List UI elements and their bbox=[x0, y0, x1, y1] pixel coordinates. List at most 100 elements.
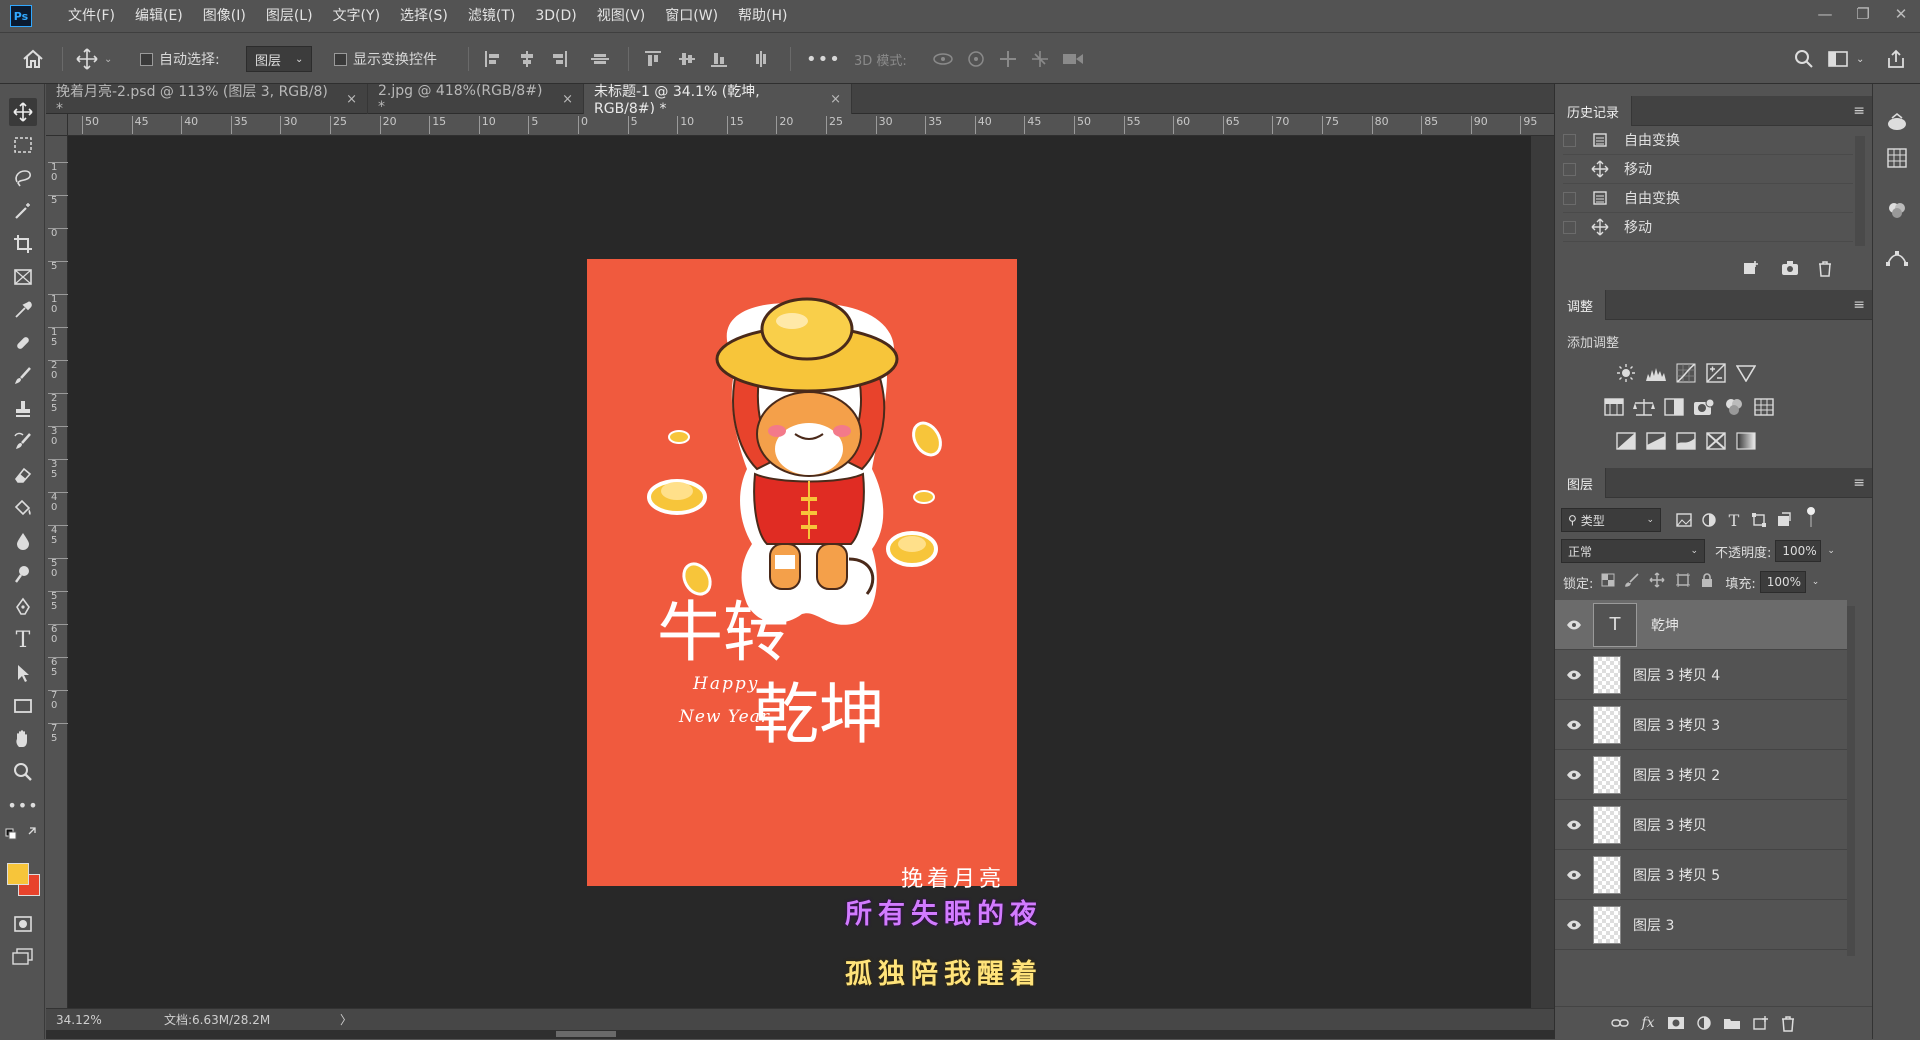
layer-filter-dropdown[interactable]: ⚲ 类型 ⌄ bbox=[1561, 508, 1661, 532]
color-lookup-icon[interactable] bbox=[1753, 396, 1775, 418]
panel-menu-icon[interactable]: ≡ bbox=[1853, 476, 1865, 490]
filter-type-icon[interactable]: T bbox=[1723, 509, 1745, 531]
lock-artboard-icon[interactable] bbox=[1675, 572, 1691, 592]
move-tool-icon[interactable] bbox=[9, 98, 37, 126]
align-hcenter-icon[interactable] bbox=[518, 33, 536, 85]
brightness-contrast-icon[interactable] bbox=[1615, 362, 1637, 384]
history-item[interactable]: 移动 bbox=[1563, 155, 1853, 184]
exposure-icon[interactable] bbox=[1705, 362, 1727, 384]
fill-dropdown-icon[interactable]: ⌄ bbox=[1812, 577, 1820, 587]
eye-visibility-icon[interactable] bbox=[1555, 720, 1593, 730]
new-adjustment-layer-icon[interactable] bbox=[1693, 1012, 1715, 1034]
magic-wand-tool-icon[interactable] bbox=[9, 197, 37, 225]
swatches-grid-icon[interactable] bbox=[1885, 146, 1909, 170]
layer-row[interactable]: 图层 3 bbox=[1555, 900, 1847, 950]
layer-row[interactable]: 图层 3 拷贝 4 bbox=[1555, 650, 1847, 700]
workspace-icon[interactable]: ⌄ bbox=[1828, 33, 1864, 85]
align-bottom-icon[interactable] bbox=[710, 33, 728, 85]
levels-icon[interactable] bbox=[1645, 362, 1667, 384]
eye-visibility-icon[interactable] bbox=[1555, 670, 1593, 680]
invert-icon[interactable] bbox=[1615, 430, 1637, 452]
status-menu-arrow[interactable]: 〉 bbox=[340, 1011, 352, 1028]
pen-tool-icon[interactable] bbox=[9, 593, 37, 621]
panel-menu-icon[interactable]: ≡ bbox=[1853, 298, 1865, 312]
hand-tool-icon[interactable] bbox=[9, 725, 37, 753]
auto-select-checkbox[interactable]: 自动选择: bbox=[140, 33, 220, 85]
menu-window[interactable]: 窗口(W) bbox=[655, 0, 728, 32]
layer-row[interactable]: T 乾坤 bbox=[1555, 600, 1847, 650]
menu-select[interactable]: 选择(S) bbox=[390, 0, 458, 32]
eraser-tool-icon[interactable] bbox=[9, 461, 37, 489]
layers-panel-title[interactable]: 图层 bbox=[1555, 468, 1607, 498]
path-selection-tool-icon[interactable] bbox=[9, 659, 37, 687]
eye-visibility-icon[interactable] bbox=[1555, 920, 1593, 930]
blend-mode-dropdown[interactable]: 正常 ⌄ bbox=[1561, 539, 1705, 563]
curves-icon[interactable] bbox=[1675, 362, 1697, 384]
opacity-dropdown-icon[interactable]: ⌄ bbox=[1827, 546, 1835, 556]
panel-menu-icon[interactable]: ≡ bbox=[1853, 104, 1865, 118]
delete-layer-icon[interactable] bbox=[1777, 1012, 1799, 1034]
show-transform-checkbox[interactable]: 显示变换控件 bbox=[334, 33, 437, 85]
eye-visibility-icon[interactable] bbox=[1555, 620, 1593, 630]
artboard[interactable]: 牛转 乾坤 Happy New Year 挽着月亮 bbox=[587, 259, 1017, 892]
selective-color-icon[interactable] bbox=[1705, 430, 1727, 452]
layer-row[interactable]: 图层 3 拷贝 bbox=[1555, 800, 1847, 850]
scroll-thumb[interactable] bbox=[556, 1031, 616, 1037]
lasso-tool-icon[interactable] bbox=[9, 164, 37, 192]
menu-filter[interactable]: 滤镜(T) bbox=[458, 0, 525, 32]
ruler-origin[interactable] bbox=[46, 114, 68, 136]
brush-tool-icon[interactable] bbox=[9, 362, 37, 390]
filter-toggle-icon[interactable] bbox=[1800, 506, 1822, 528]
history-item[interactable]: 自由变换 bbox=[1563, 126, 1853, 155]
horizontal-ruler[interactable]: 50 45 40 35 30 25 20 15 10 5 0 5 10 15 20 25 30 35 40 45 50 5… bbox=[46, 114, 1554, 136]
minimize-icon[interactable]: — bbox=[1806, 0, 1844, 28]
distribute-vertical-icon[interactable] bbox=[752, 33, 770, 85]
tab-document-3[interactable]: 未标题-1 @ 34.1% (乾坤, RGB/8#) * × bbox=[584, 84, 852, 117]
align-right-icon[interactable] bbox=[550, 33, 568, 85]
lock-position-icon[interactable] bbox=[1649, 572, 1665, 592]
vibrance-icon[interactable] bbox=[1735, 362, 1757, 384]
close-tab-icon[interactable]: × bbox=[562, 92, 573, 107]
adjustments-panel-title[interactable]: 调整 bbox=[1555, 290, 1607, 320]
menu-3d[interactable]: 3D(D) bbox=[525, 0, 586, 32]
filter-smart-object-icon[interactable] bbox=[1773, 509, 1795, 531]
crop-tool-icon[interactable] bbox=[9, 230, 37, 258]
swap-colors-icon[interactable] bbox=[4, 824, 40, 842]
blur-tool-icon[interactable] bbox=[9, 527, 37, 555]
menu-image[interactable]: 图像(I) bbox=[193, 0, 256, 32]
paths-icon[interactable] bbox=[1885, 246, 1909, 270]
menu-layer[interactable]: 图层(L) bbox=[256, 0, 323, 32]
zoom-tool-icon[interactable] bbox=[9, 758, 37, 786]
channels-icon[interactable] bbox=[1885, 198, 1909, 222]
quick-mask-icon[interactable] bbox=[9, 910, 37, 938]
tab-document-1[interactable]: 挽着月亮-2.psd @ 113% (图层 3, RGB/8) * × bbox=[46, 84, 368, 117]
threshold-icon[interactable] bbox=[1675, 430, 1697, 452]
eye-visibility-icon[interactable] bbox=[1555, 770, 1593, 780]
type-tool-icon[interactable]: T bbox=[9, 626, 37, 654]
menu-help[interactable]: 帮助(H) bbox=[728, 0, 797, 32]
layer-row[interactable]: 图层 3 拷贝 2 bbox=[1555, 750, 1847, 800]
edit-toolbar-icon[interactable]: ••• bbox=[7, 791, 37, 819]
posterize-icon[interactable] bbox=[1645, 430, 1667, 452]
lock-all-icon[interactable] bbox=[1701, 572, 1713, 592]
vertical-ruler[interactable]: 1 0 5 0 5 1 0 1 5 2 0 2 5 3 0 3 5 4 0 4 5 5 0 5 5 6 0 6… bbox=[46, 136, 69, 1008]
fill-input[interactable]: 100% bbox=[1759, 571, 1806, 593]
eye-visibility-icon[interactable] bbox=[1555, 820, 1593, 830]
restore-icon[interactable]: ❐ bbox=[1844, 0, 1882, 28]
opacity-input[interactable]: 100% bbox=[1775, 540, 1822, 562]
share-icon[interactable] bbox=[1886, 33, 1906, 85]
history-panel-title[interactable]: 历史记录 bbox=[1555, 96, 1633, 126]
history-brush-tool-icon[interactable] bbox=[9, 428, 37, 456]
hue-saturation-icon[interactable] bbox=[1603, 396, 1625, 418]
canvas-area[interactable]: 牛转 乾坤 Happy New Year 挽着月亮 所有失眠的夜 孤独陪我醒着 bbox=[68, 136, 1554, 1008]
lock-brush-icon[interactable] bbox=[1625, 573, 1639, 591]
eye-visibility-icon[interactable] bbox=[1555, 870, 1593, 880]
filter-shape-icon[interactable] bbox=[1748, 509, 1770, 531]
align-top-icon[interactable] bbox=[644, 33, 662, 85]
clone-stamp-tool-icon[interactable] bbox=[9, 395, 37, 423]
align-left-icon[interactable] bbox=[484, 33, 502, 85]
more-options-button[interactable]: ••• bbox=[806, 33, 841, 85]
distribute-icon[interactable] bbox=[590, 33, 610, 85]
marquee-tool-icon[interactable] bbox=[9, 131, 37, 159]
healing-brush-tool-icon[interactable] bbox=[9, 329, 37, 357]
